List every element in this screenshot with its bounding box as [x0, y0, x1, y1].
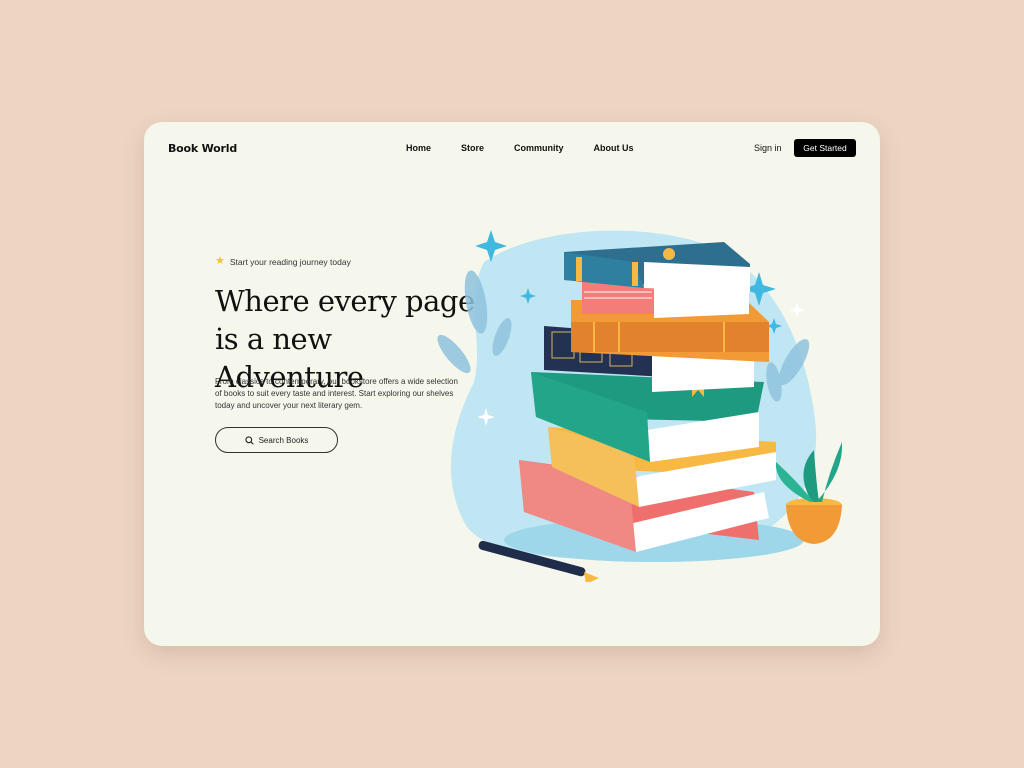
sparkle-icon — [789, 302, 805, 318]
search-books-button[interactable]: Search Books — [215, 427, 338, 453]
main-nav: Home Store Community About Us — [406, 143, 664, 153]
landing-page-card: Book World Home Store Community About Us… — [144, 122, 880, 646]
tagline-text: Start your reading journey today — [229, 256, 351, 267]
nav-item-about-us[interactable]: About Us — [594, 143, 634, 153]
get-started-button[interactable]: Get Started — [794, 139, 856, 157]
tagline: ★ Start your reading journey today — [215, 256, 351, 267]
nav-item-home[interactable]: Home — [406, 143, 431, 153]
sign-in-link[interactable]: Sign in — [754, 143, 782, 153]
nav-item-store[interactable]: Store — [461, 143, 484, 153]
search-icon — [244, 435, 254, 445]
book-stack-illustration — [437, 230, 843, 582]
star-icon: ★ — [215, 255, 225, 267]
nav-item-community[interactable]: Community — [514, 143, 564, 153]
brand-logo[interactable]: Book World — [168, 142, 237, 155]
search-books-label: Search Books — [258, 435, 309, 445]
